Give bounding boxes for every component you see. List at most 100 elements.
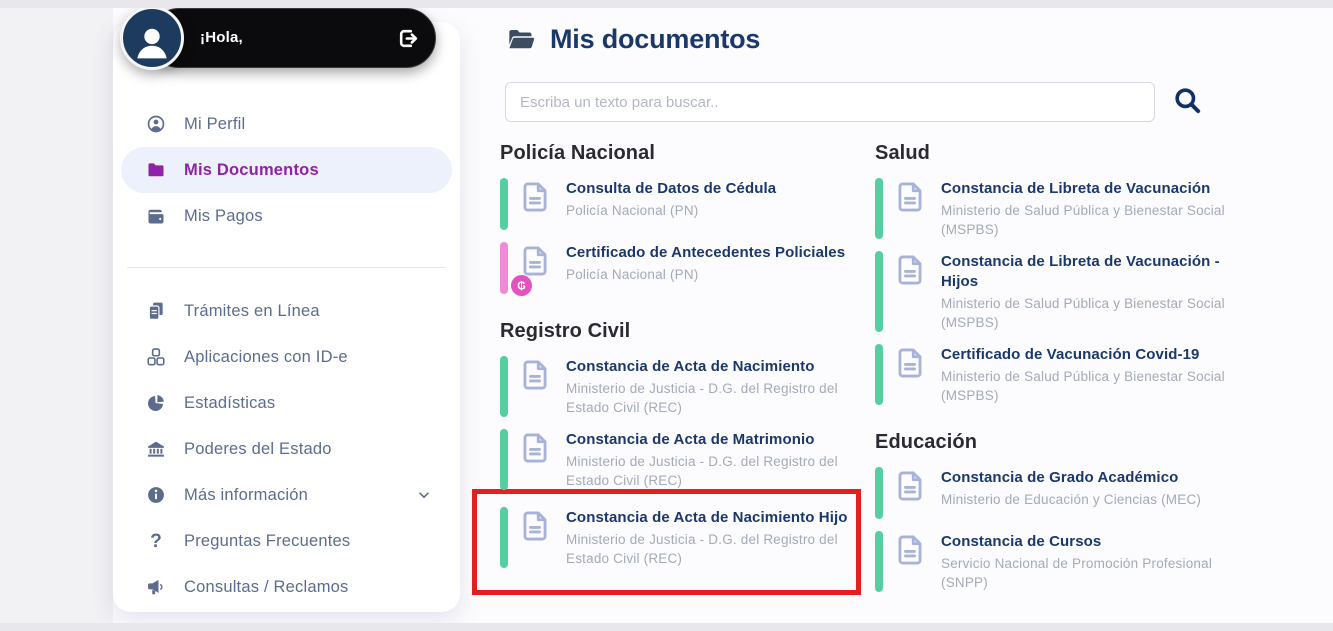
sidebar-item-estadisticas[interactable]: Estadísticas bbox=[121, 380, 452, 426]
folder-icon bbox=[145, 159, 167, 181]
document-icon bbox=[893, 467, 927, 519]
document-org: Ministerio de Salud Pública y Bienestar … bbox=[941, 296, 1225, 330]
document-item-constancia-de-libreta-de-vacunacion-hijos[interactable]: Constancia de Libreta de Vacunación - Hi… bbox=[875, 251, 1247, 332]
search-icon bbox=[1172, 85, 1204, 117]
document-item-certificado-de-antecedentes-policiales[interactable]: ₲ Certificado de Antecedentes Policiales… bbox=[500, 242, 868, 296]
sidebar-item-mi-perfil[interactable]: Mi Perfil bbox=[121, 101, 452, 147]
documents-column-right: Salud Constancia de Libreta de Vacunació… bbox=[875, 142, 1247, 604]
documents-column-left: Policía Nacional Consulta de Datos de Cé… bbox=[472, 142, 868, 603]
cubes-icon bbox=[145, 346, 167, 368]
user-silhouette-icon bbox=[130, 19, 174, 63]
megaphone-icon bbox=[145, 576, 167, 598]
page-left-margin bbox=[0, 0, 113, 631]
section-header: Educación bbox=[875, 431, 978, 453]
document-title: Constancia de Cursos bbox=[941, 533, 1102, 550]
document-title: Consulta de Datos de Cédula bbox=[566, 180, 777, 197]
accent-bar bbox=[500, 429, 508, 490]
document-org: Servicio Nacional de Promoción Profesion… bbox=[941, 556, 1213, 590]
accent-bar bbox=[500, 242, 508, 294]
document-item-constancia-de-grado-academico[interactable]: Constancia de Grado Académico Ministerio… bbox=[875, 467, 1247, 519]
document-item-constancia-de-acta-de-nacimiento[interactable]: Constancia de Acta de Nacimiento Ministe… bbox=[500, 356, 868, 417]
document-title: Constancia de Acta de Nacimiento Hijo bbox=[566, 509, 848, 526]
user-pill: ¡Hola, bbox=[149, 8, 436, 68]
accent-bar bbox=[875, 344, 883, 405]
document-org: Ministerio de Salud Pública y Bienestar … bbox=[941, 203, 1225, 237]
document-item-certificado-de-vacunacion-covid-19[interactable]: Certificado de Vacunación Covid-19 Minis… bbox=[875, 344, 1247, 405]
document-title: Constancia de Libreta de Vacunación - Hi… bbox=[941, 253, 1220, 290]
document-org: Ministerio de Salud Pública y Bienestar … bbox=[941, 369, 1225, 403]
document-org: Policía Nacional (PN) bbox=[566, 203, 699, 218]
sidebar-item-poderes-del-estado[interactable]: Poderes del Estado bbox=[121, 426, 452, 472]
document-title: Constancia de Acta de Matrimonio bbox=[566, 431, 815, 448]
accent-bar bbox=[875, 178, 883, 239]
document-title: Constancia de Acta de Nacimiento bbox=[566, 358, 815, 375]
section-header: Policía Nacional bbox=[500, 142, 655, 164]
sidebar-secondary-nav: Trámites en Línea Aplicaciones con ID-e … bbox=[113, 288, 460, 610]
document-org: Ministerio de Justicia - D.G. del Regist… bbox=[566, 454, 838, 488]
document-title: Certificado de Vacunación Covid-19 bbox=[941, 346, 1200, 363]
files-icon bbox=[145, 300, 167, 322]
accent-bar bbox=[875, 251, 883, 332]
document-item-constancia-de-acta-de-nacimiento-hijo[interactable]: Constancia de Acta de Nacimiento Hijo Mi… bbox=[472, 489, 861, 595]
sidebar-divider bbox=[127, 267, 446, 268]
page-bottom-strip bbox=[0, 623, 1333, 631]
accent-bar bbox=[875, 467, 883, 519]
document-icon: ₲ bbox=[511, 242, 552, 296]
sidebar-item-mis-documentos[interactable]: Mis Documentos bbox=[121, 147, 452, 193]
accent-bar bbox=[875, 531, 883, 592]
sidebar-item-mis-pagos[interactable]: Mis Pagos bbox=[121, 193, 452, 239]
guarani-fee-badge: ₲ bbox=[511, 275, 532, 296]
sidebar-item-tramites-en-linea[interactable]: Trámites en Línea bbox=[121, 288, 452, 334]
section-educacion: Educación Constancia de Grado Académico … bbox=[875, 431, 1247, 592]
user-circle-icon bbox=[145, 113, 167, 135]
section-registro-civil: Registro Civil Constancia de Acta de Nac… bbox=[472, 320, 868, 595]
sidebar-item-mas-informacion[interactable]: Más información bbox=[121, 472, 452, 518]
document-title: Constancia de Libreta de Vacunación bbox=[941, 180, 1211, 197]
section-header: Salud bbox=[875, 142, 930, 164]
avatar bbox=[120, 6, 184, 70]
section-header: Registro Civil bbox=[500, 320, 631, 342]
section-salud: Salud Constancia de Libreta de Vacunació… bbox=[875, 142, 1247, 405]
accent-bar bbox=[500, 356, 508, 417]
document-item-constancia-de-acta-de-matrimonio[interactable]: Constancia de Acta de Matrimonio Ministe… bbox=[500, 429, 868, 490]
accent-bar bbox=[500, 507, 508, 568]
page-title: Mis documentos bbox=[550, 24, 761, 54]
page-top-strip bbox=[0, 0, 1333, 8]
document-org: Ministerio de Justicia - D.G. del Regist… bbox=[566, 532, 838, 566]
document-icon bbox=[518, 178, 552, 230]
document-icon bbox=[893, 251, 927, 332]
sidebar-item-preguntas-frecuentes[interactable]: Preguntas Frecuentes bbox=[121, 518, 452, 564]
logout-button[interactable] bbox=[395, 25, 422, 52]
section-policia-nacional: Policía Nacional Consulta de Datos de Cé… bbox=[500, 142, 868, 296]
document-icon bbox=[518, 507, 552, 568]
search-input[interactable] bbox=[505, 82, 1155, 122]
sidebar-primary-nav: Mi Perfil Mis Documentos Mis Pagos bbox=[113, 101, 460, 239]
question-icon bbox=[145, 530, 167, 552]
pie-icon bbox=[145, 392, 167, 414]
document-icon bbox=[893, 531, 927, 592]
info-icon bbox=[145, 484, 167, 506]
logout-icon bbox=[395, 25, 422, 52]
search-button[interactable] bbox=[1170, 84, 1206, 120]
chevron-down-icon bbox=[416, 487, 432, 503]
document-icon bbox=[893, 344, 927, 405]
document-org: Policía Nacional (PN) bbox=[566, 267, 699, 282]
document-item-consulta-de-datos-de-cedula[interactable]: Consulta de Datos de Cédula Policía Naci… bbox=[500, 178, 868, 230]
sidebar-item-consultas-reclamos[interactable]: Consultas / Reclamos bbox=[121, 564, 452, 610]
accent-bar bbox=[500, 178, 508, 230]
sidebar: ¡Hola, Mi Perfil Mis Documentos Mis Pago… bbox=[113, 6, 460, 612]
document-org: Ministerio de Justicia - D.G. del Regist… bbox=[566, 381, 838, 415]
document-icon bbox=[518, 356, 552, 417]
sidebar-item-aplicaciones-con-id-e[interactable]: Aplicaciones con ID-e bbox=[121, 334, 452, 380]
open-folder-icon bbox=[505, 26, 537, 54]
document-item-constancia-de-libreta-de-vacunacion[interactable]: Constancia de Libreta de Vacunación Mini… bbox=[875, 178, 1247, 239]
document-title: Certificado de Antecedentes Policiales bbox=[566, 244, 846, 261]
document-icon bbox=[518, 429, 552, 490]
document-item-constancia-de-cursos[interactable]: Constancia de Cursos Servicio Nacional d… bbox=[875, 531, 1247, 592]
document-icon bbox=[893, 178, 927, 239]
wallet-icon bbox=[145, 205, 167, 227]
bank-icon bbox=[145, 438, 167, 460]
greeting-text: ¡Hola, bbox=[200, 29, 243, 46]
document-org: Ministerio de Educación y Ciencias (MEC) bbox=[941, 492, 1202, 507]
document-title: Constancia de Grado Académico bbox=[941, 469, 1179, 486]
